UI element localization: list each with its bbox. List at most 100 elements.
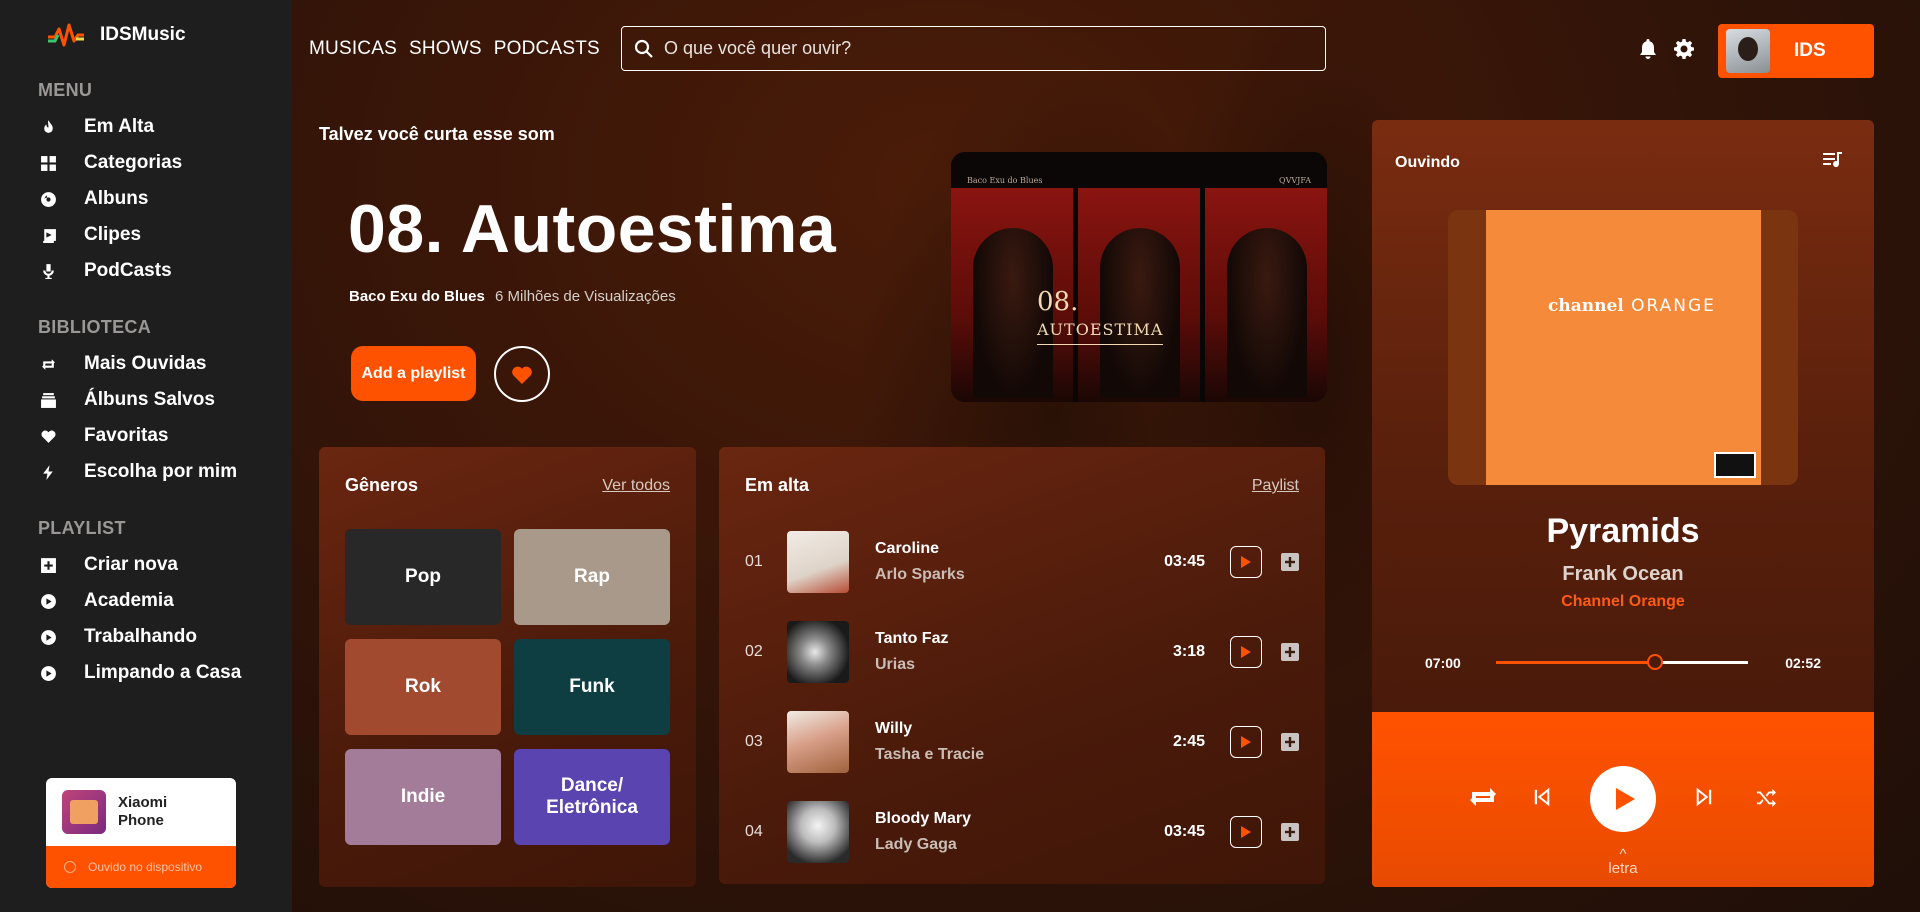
add-to-playlist-button[interactable]: Add a playlist <box>351 346 476 401</box>
play-track-button[interactable] <box>1230 726 1262 758</box>
playlist-link[interactable]: Paylist <box>1252 477 1299 495</box>
sidebar-item-mais-ouvidas[interactable]: Mais Ouvidas <box>38 346 292 382</box>
now-playing-artist[interactable]: Frank Ocean <box>1372 563 1874 586</box>
queue-icon <box>1823 152 1842 168</box>
genre-rap[interactable]: Rap <box>514 529 670 625</box>
sidebar-item-label: Categorias <box>84 152 183 173</box>
favorite-button[interactable] <box>494 346 550 402</box>
sidebar-item-criar-nova[interactable]: Criar nova <box>38 547 292 583</box>
repeat-button[interactable] <box>1468 784 1498 810</box>
track-info: Bloody Mary Lady Gaga <box>875 810 1145 854</box>
track-artist: Lady Gaga <box>875 836 957 853</box>
add-track-button[interactable] <box>1281 643 1299 661</box>
now-playing-panel: Ouvindo channel ORANGE Pyramids Frank Oc… <box>1372 120 1874 712</box>
sidebar-item-limpando-a-casa[interactable]: Limpando a Casa <box>38 655 292 691</box>
plus-icon <box>1285 647 1295 657</box>
gear-icon[interactable] <box>1674 38 1694 60</box>
parental-advisory-label <box>1714 452 1756 478</box>
search-input[interactable] <box>664 38 1304 59</box>
device-card[interactable]: Xiaomi Phone Ouvido no dispositivo <box>46 778 236 888</box>
play-icon <box>1241 556 1251 568</box>
sidebar-item-label: Clipes <box>84 224 142 245</box>
sidebar-item-label: Limpando a Casa <box>84 662 242 683</box>
album-art-album: QVVJFA <box>1279 176 1311 185</box>
track-number: 02 <box>745 643 763 660</box>
sidebar-item-label: PodCasts <box>84 260 172 281</box>
table-row[interactable]: 01 Caroline Arlo Sparks 03:45 <box>745 531 1300 593</box>
plus-icon <box>1285 737 1295 747</box>
play-track-button[interactable] <box>1230 816 1262 848</box>
play-track-button[interactable] <box>1230 636 1262 668</box>
user-profile-button[interactable]: IDS <box>1718 24 1874 78</box>
table-row[interactable]: 04 Bloody Mary Lady Gaga 03:45 <box>745 801 1300 863</box>
nav-podcasts[interactable]: PODCASTS <box>494 38 600 60</box>
sidebar-item-albuns-salvos[interactable]: Álbuns Salvos <box>38 382 292 418</box>
sidebar-item-label: Mais Ouvidas <box>84 353 207 374</box>
play-icon <box>1616 788 1635 810</box>
track-number: 03 <box>745 733 763 750</box>
album-art-text: channel ORANGE <box>1548 296 1716 316</box>
nav-musicas[interactable]: MUSICAS <box>309 38 397 60</box>
hero-album-art[interactable]: Baco Exu do Blues QVVJFA 08. AUTOESTIMA <box>951 152 1327 402</box>
track-cover <box>787 531 849 593</box>
add-track-button[interactable] <box>1281 733 1299 751</box>
genre-rok[interactable]: Rok <box>345 639 501 735</box>
play-track-button[interactable] <box>1230 546 1262 578</box>
sidebar-item-academia[interactable]: Academia <box>38 583 292 619</box>
next-button[interactable] <box>1694 786 1714 808</box>
elapsed-time: 07:00 <box>1425 655 1461 671</box>
play-icon <box>1241 736 1251 748</box>
queue-button[interactable] <box>1822 150 1844 170</box>
device-status-bar: Ouvido no dispositivo <box>46 846 236 888</box>
sidebar-item-escolha-por-mim[interactable]: Escolha por mim <box>38 454 292 490</box>
add-track-button[interactable] <box>1281 823 1299 841</box>
player-controls: ^ letra <box>1372 712 1874 887</box>
album-art-header: Baco Exu do Blues QVVJFA <box>951 152 1327 188</box>
track-artist: Urias <box>875 656 916 673</box>
sidebar: IDSMusic MENU Em Alta Categorias Albuns … <box>0 0 292 912</box>
genre-pop[interactable]: Pop <box>345 529 501 625</box>
bell-icon[interactable] <box>1638 38 1658 60</box>
track-cover <box>787 621 849 683</box>
sidebar-item-podcasts[interactable]: PodCasts <box>38 253 292 289</box>
sidebar-item-categorias[interactable]: Categorias <box>38 145 292 181</box>
heart-icon <box>512 366 532 384</box>
genre-indie[interactable]: Indie <box>345 749 501 845</box>
sidebar-item-favoritas[interactable]: Favoritas <box>38 418 292 454</box>
album-art-text-a: channel <box>1548 296 1624 316</box>
heart-icon <box>38 426 58 446</box>
progress-slider[interactable] <box>1496 654 1748 670</box>
sidebar-item-em-alta[interactable]: Em Alta <box>38 109 292 145</box>
previous-button[interactable] <box>1532 786 1552 808</box>
hero-title: 08. Autoestima <box>348 191 837 267</box>
now-playing-song: Pyramids <box>1546 512 1700 550</box>
track-info: Willy Tasha e Tracie <box>875 720 1145 764</box>
track-artist: Tasha e Tracie <box>875 746 985 763</box>
now-playing-art-frame: channel ORANGE <box>1448 210 1798 485</box>
now-playing-album[interactable]: Channel Orange <box>1372 593 1874 611</box>
track-duration: 2:45 <box>1172 733 1205 750</box>
sidebar-item-albuns[interactable]: Albuns <box>38 181 292 217</box>
table-row[interactable]: 03 Willy Tasha e Tracie 2:45 <box>745 711 1300 773</box>
genre-funk[interactable]: Funk <box>514 639 670 735</box>
progress-knob[interactable] <box>1646 654 1663 670</box>
trending-title: Em alta <box>745 475 810 495</box>
sidebar-item-trabalhando[interactable]: Trabalhando <box>38 619 292 655</box>
genre-dance-eletronica[interactable]: Dance/ Eletrônica <box>514 749 670 845</box>
see-all-link[interactable]: Ver todos <box>602 477 670 495</box>
play-button[interactable] <box>1590 766 1656 832</box>
search-icon <box>634 39 653 58</box>
shuffle-button[interactable] <box>1754 786 1778 808</box>
lyrics-toggle[interactable]: ^ letra <box>1372 847 1874 876</box>
table-row[interactable]: 02 Tanto Faz Urias 3:18 <box>745 621 1300 683</box>
track-artist: Arlo Sparks <box>875 566 965 583</box>
sidebar-item-clipes[interactable]: Clipes <box>38 217 292 253</box>
playlist-section-title: PLAYLIST <box>38 518 126 538</box>
hero-artist[interactable]: Baco Exu do Blues <box>349 288 485 305</box>
track-number: 04 <box>745 823 763 840</box>
nav-shows[interactable]: SHOWS <box>409 38 482 60</box>
now-playing-album-art[interactable]: channel ORANGE <box>1486 210 1761 485</box>
brand[interactable]: IDSMusic <box>46 18 292 52</box>
sidebar-item-label: Escolha por mim <box>84 461 238 482</box>
add-track-button[interactable] <box>1281 553 1299 571</box>
